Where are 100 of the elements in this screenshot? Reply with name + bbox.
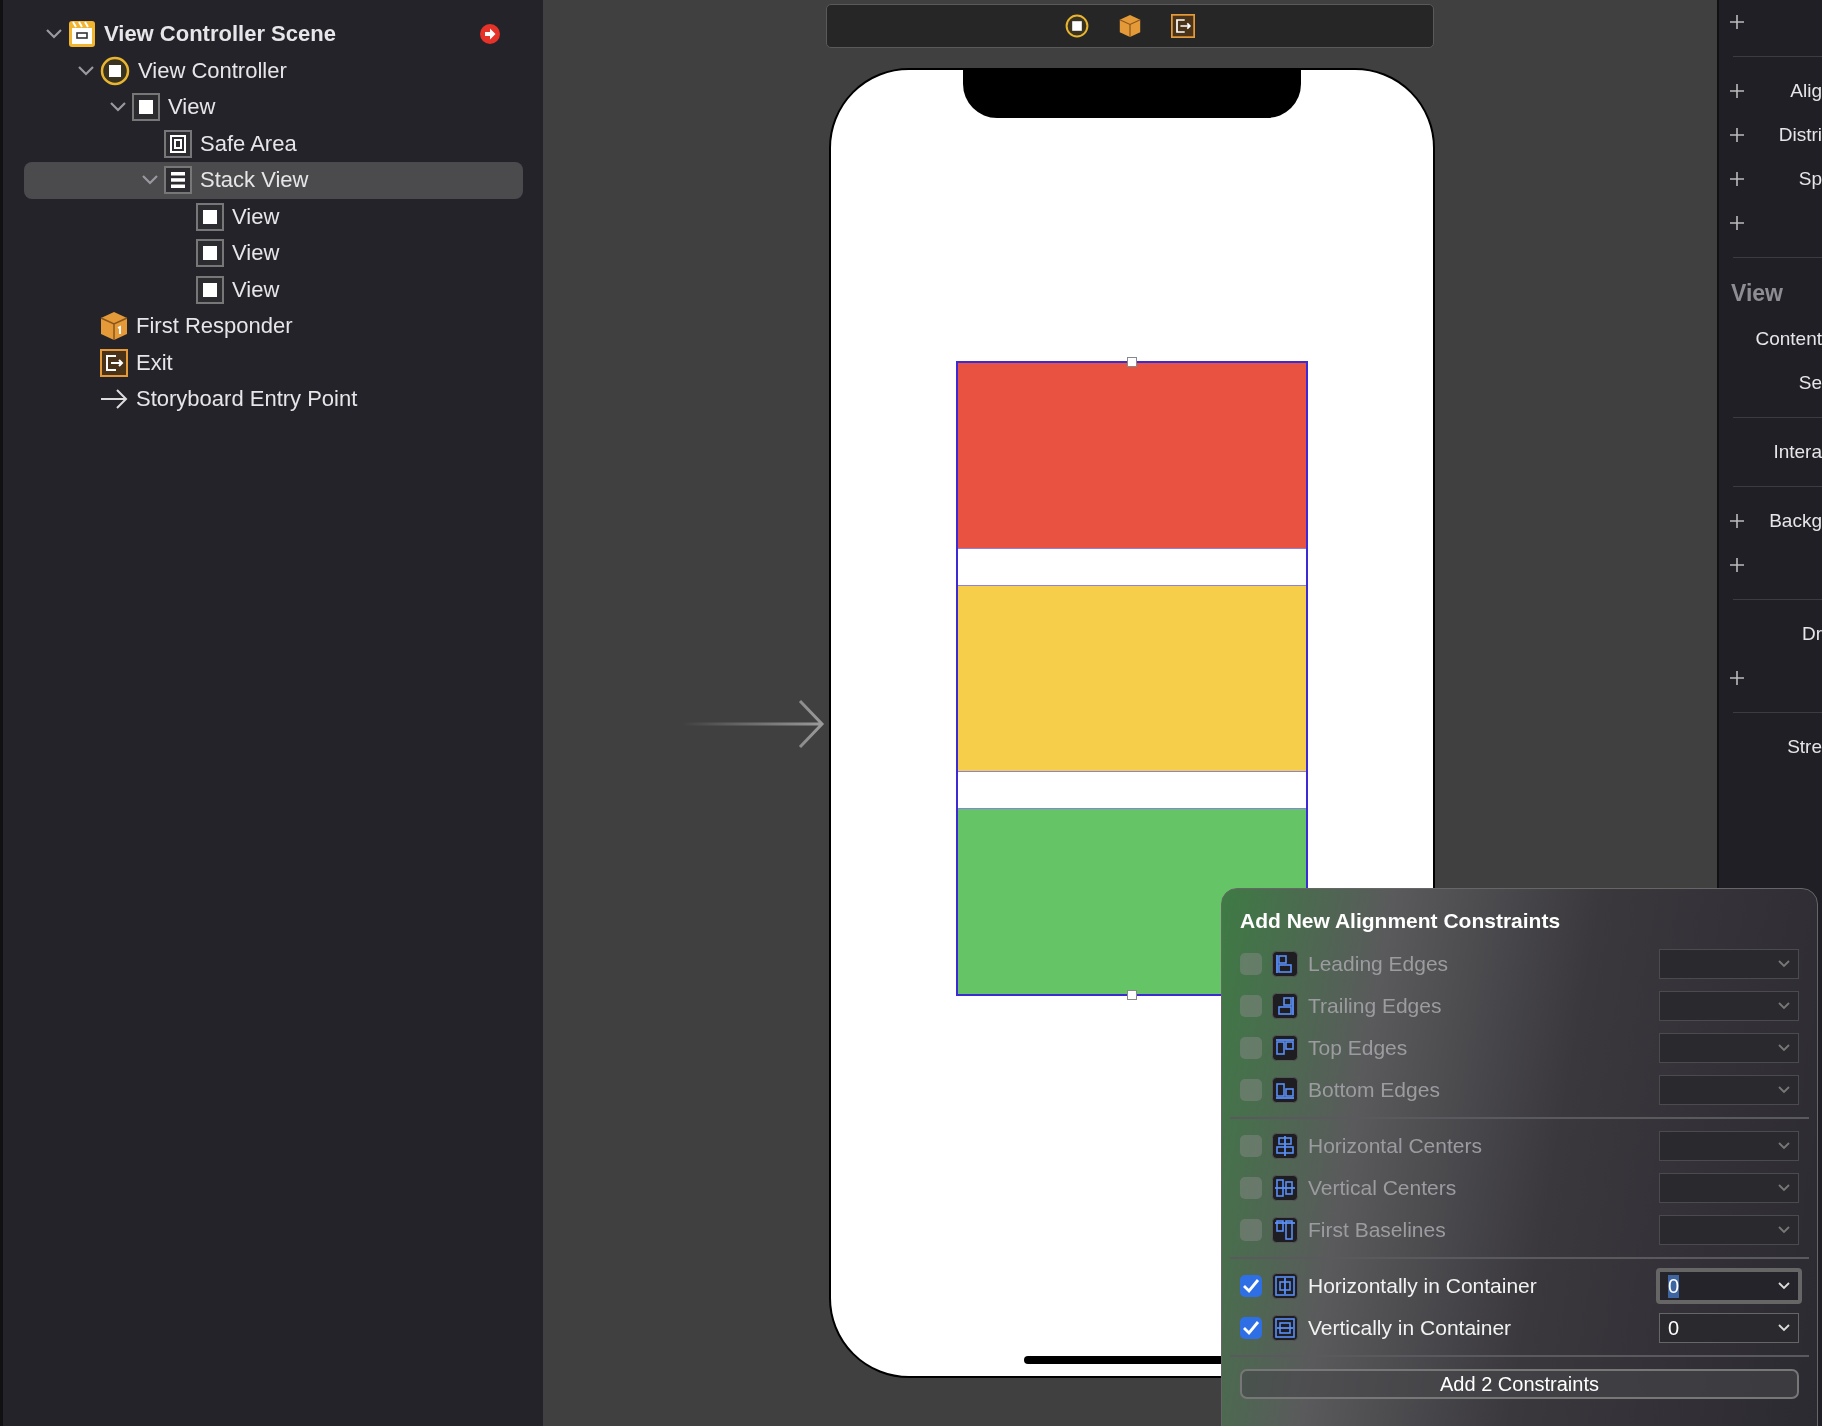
chevron-icon xyxy=(1778,1142,1790,1150)
chevron-icon[interactable] xyxy=(45,28,63,41)
chevron-icon xyxy=(1778,1002,1790,1010)
add-icon[interactable] xyxy=(1729,14,1745,30)
constraint-label: First Baselines xyxy=(1308,1218,1447,1242)
constraint-label: Trailing Edges xyxy=(1308,994,1443,1018)
constraint-label: Leading Edges xyxy=(1308,952,1450,976)
outline-label: View xyxy=(168,94,216,121)
safe-area-icon xyxy=(164,129,192,158)
resize-handle[interactable] xyxy=(1127,357,1137,367)
view-icon xyxy=(196,239,224,268)
chevron-icon xyxy=(1778,1086,1790,1094)
checkbox[interactable] xyxy=(1240,1037,1262,1059)
constant-dropdown[interactable]: 0 xyxy=(1659,1313,1799,1343)
outline-row[interactable]: Safe Area xyxy=(24,125,523,162)
chevron-icon xyxy=(1778,960,1790,968)
property-label: Intera xyxy=(1773,441,1822,463)
property-label: Se xyxy=(1798,372,1822,394)
add-icon[interactable] xyxy=(1729,557,1745,573)
chevron-icon xyxy=(1778,1282,1790,1290)
outline-label: View xyxy=(232,240,280,267)
outline-row[interactable]: Storyboard Entry Point xyxy=(24,381,523,418)
chevron-icon xyxy=(1778,1226,1790,1234)
outline-row[interactable]: View Controller Scene xyxy=(24,16,523,53)
property-label: Sp xyxy=(1798,168,1822,190)
outline-label: Exit xyxy=(136,349,173,376)
popover-title: Add New Alignment Constraints xyxy=(1240,909,1562,933)
alignment-icon xyxy=(1272,1217,1298,1243)
outline-row[interactable]: View xyxy=(24,271,523,308)
chevron-icon xyxy=(1778,1044,1790,1052)
outline-label: Safe Area xyxy=(200,130,297,157)
constraint-label: Vertical Centers xyxy=(1308,1176,1458,1200)
alignment-icon xyxy=(1272,1077,1298,1103)
section-header: View xyxy=(1730,279,1784,308)
alignment-icon xyxy=(1272,993,1298,1019)
outline-label: View xyxy=(232,276,280,303)
cube-icon[interactable] xyxy=(1119,14,1141,38)
checkbox[interactable] xyxy=(1240,1275,1262,1297)
exit-icon xyxy=(100,348,128,377)
property-label: Distri xyxy=(1778,124,1822,146)
outline-label: View Controller Scene xyxy=(104,21,336,48)
alignment-icon xyxy=(1272,1315,1298,1341)
add-icon[interactable] xyxy=(1729,670,1745,686)
checkbox[interactable] xyxy=(1240,1177,1262,1199)
checkbox[interactable] xyxy=(1240,1079,1262,1101)
alignment-icon xyxy=(1272,1133,1298,1159)
outline-row[interactable]: Stack View xyxy=(24,162,523,199)
add-icon[interactable] xyxy=(1729,83,1745,99)
add-icon[interactable] xyxy=(1729,215,1745,231)
view-controller-icon[interactable] xyxy=(1065,14,1089,38)
arrow-circle-icon[interactable] xyxy=(479,23,501,46)
chevron-icon[interactable] xyxy=(141,174,159,187)
outline-row[interactable]: View xyxy=(24,198,523,235)
checkbox[interactable] xyxy=(1240,953,1262,975)
chevron-icon xyxy=(1778,1184,1790,1192)
view-icon xyxy=(132,93,160,122)
outline-row[interactable]: Exit xyxy=(24,344,523,381)
outline-label: View Controller xyxy=(138,57,287,84)
view-controller-icon xyxy=(100,55,130,86)
cube-icon xyxy=(100,311,128,342)
alignment-icon xyxy=(1272,951,1298,977)
view-icon xyxy=(196,202,224,231)
alignment-icon xyxy=(1272,1273,1298,1299)
outline-row[interactable]: First Responder xyxy=(24,308,523,345)
constant-dropdown[interactable]: 0 xyxy=(1656,1268,1802,1304)
chevron-icon[interactable] xyxy=(109,101,127,114)
property-label: Alig xyxy=(1790,80,1822,102)
arrow-icon xyxy=(100,389,128,410)
scene-icon xyxy=(68,20,96,49)
chevron-icon xyxy=(1778,1324,1790,1332)
constraint-label: Horizontally in Container xyxy=(1308,1274,1538,1298)
property-label: Stre xyxy=(1787,736,1822,758)
property-label: Dr xyxy=(1801,623,1822,645)
checkbox[interactable] xyxy=(1240,1317,1262,1339)
constraint-label: Top Edges xyxy=(1308,1036,1409,1060)
checkbox[interactable] xyxy=(1240,995,1262,1017)
view-icon xyxy=(196,275,224,304)
outline-row[interactable]: View xyxy=(24,235,523,272)
stack-view-icon xyxy=(164,166,192,195)
add-icon[interactable] xyxy=(1729,127,1745,143)
add-icon[interactable] xyxy=(1729,513,1745,529)
outline-row[interactable]: View xyxy=(24,89,523,126)
property-label: Content xyxy=(1755,328,1822,350)
outline-label: View xyxy=(232,203,280,230)
constraint-label: Horizontal Centers xyxy=(1308,1134,1483,1158)
checkbox[interactable] xyxy=(1240,1135,1262,1157)
outline-label: Stack View xyxy=(200,167,309,194)
outline-row[interactable]: View Controller xyxy=(24,52,523,89)
chevron-icon[interactable] xyxy=(77,64,95,77)
alignment-icon xyxy=(1272,1175,1298,1201)
resize-handle[interactable] xyxy=(1127,990,1137,1000)
checkbox[interactable] xyxy=(1240,1219,1262,1241)
constraint-label: Vertically in Container xyxy=(1308,1316,1513,1340)
alignment-icon xyxy=(1272,1035,1298,1061)
outline-label: First Responder xyxy=(136,313,293,340)
add-constraints-button[interactable]: Add 2 Constraints xyxy=(1240,1369,1799,1399)
exit-icon[interactable] xyxy=(1171,14,1195,38)
outline-label: Storyboard Entry Point xyxy=(136,386,358,413)
add-icon[interactable] xyxy=(1729,171,1745,187)
constraint-label: Bottom Edges xyxy=(1308,1078,1441,1102)
